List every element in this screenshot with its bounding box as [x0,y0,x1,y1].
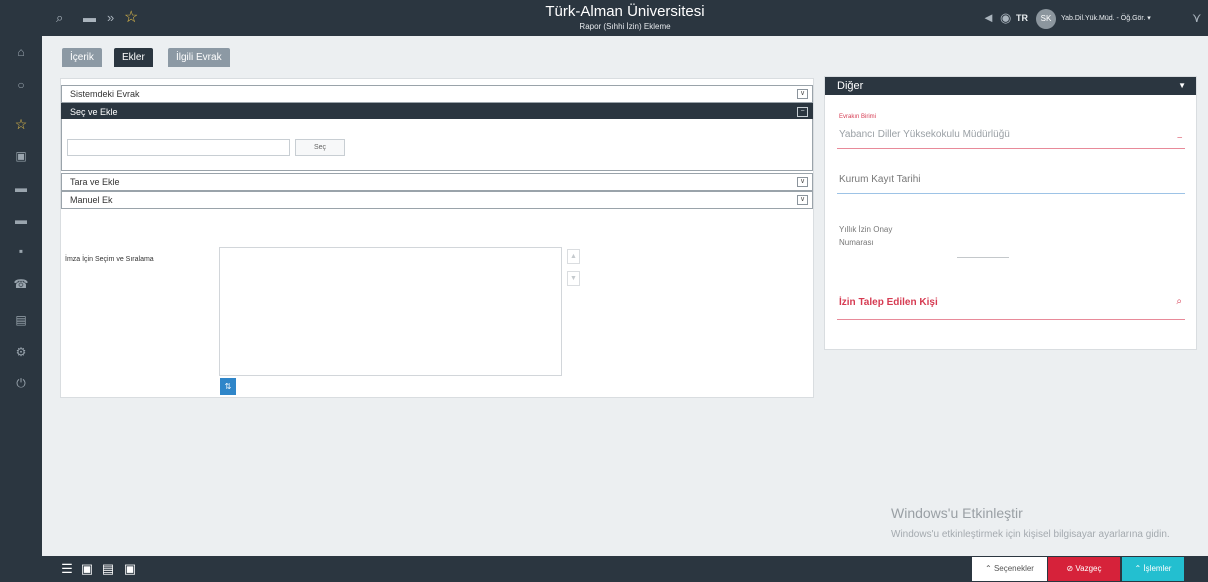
top-bar: ⌕ ▬ » ☆ Türk-Alman Üniversitesi Rapor (S… [42,0,1208,36]
briefcase-icon[interactable]: ▬ [11,210,31,230]
filter-icon[interactable]: ⋎ [1192,9,1202,27]
sort-button[interactable]: ⇅ [220,378,236,395]
other-panel-header[interactable]: Diğer ▼ [825,77,1196,95]
select-button[interactable]: Seç [295,139,345,156]
divider [837,193,1185,194]
accordion-label: Sistemdeki Evrak [70,89,140,99]
divider [837,148,1185,149]
options-button[interactable]: ⌃ Seçenekler [972,557,1047,581]
accordion-label: Tara ve Ekle [70,177,120,187]
list-icon[interactable]: ☰ [60,562,74,576]
watermark-subtitle: Windows'u etkinleştirmek için kişisel bi… [891,529,1170,540]
home-icon[interactable]: ⌂ [11,42,31,62]
language-selector[interactable]: TR [1016,13,1028,23]
accordion-system-documents[interactable]: Sistemdeki Evrak ∨ [61,85,813,103]
chevron-down-icon[interactable]: ∨ [797,89,808,99]
settings-icon[interactable]: ⚙ [11,342,31,362]
page-title: Türk-Alman Üniversitesi [545,3,705,20]
panel-title: Diğer [837,80,864,92]
phone-icon[interactable]: ☎ [11,274,31,294]
move-down-icon[interactable]: ▼ [567,271,580,286]
left-sidebar: ⌂ ○ ☆ ▣ ▬ ▬ ▪ ☎ ▤ ⚙ ⏻ [0,0,42,582]
new-document-icon[interactable]: ▤ [101,562,115,576]
preview-icon[interactable]: ▣ [123,562,137,576]
report-icon[interactable]: ▤ [11,310,31,330]
document-icon[interactable]: ▣ [11,146,31,166]
accordion-label: Manuel Ek [70,195,113,205]
tab-attachments[interactable]: Ekler [114,48,153,67]
collapse-icon[interactable]: − [797,107,808,117]
avatar[interactable]: SK [1036,9,1056,29]
attachments-panel: Sistemdeki Evrak ∨ Seç ve Ekle − Seç Tar… [60,78,814,398]
approval-number-label-line1: Yıllık İzin Onay [839,225,893,234]
search-icon[interactable]: ⌕ [1176,296,1182,307]
folder-icon[interactable]: ▬ [11,178,31,198]
unit-field-label: Evrakın Birimi [839,114,877,120]
dropdown-icon[interactable]: _ [1178,129,1182,138]
move-up-icon[interactable]: ▲ [567,249,580,264]
signature-order-list[interactable] [219,247,562,376]
watermark-title: Windows'u Etkinleştir [891,505,1023,521]
globe-icon[interactable]: ◉ [1000,9,1011,27]
search-icon[interactable]: ○ [11,75,31,95]
actions-button[interactable]: ⌃ İşlemler [1122,557,1184,581]
registration-date-field[interactable]: Kurum Kayıt Tarihi [839,174,921,185]
accordion-scan-and-add[interactable]: Tara ve Ekle ∨ [61,173,813,191]
bottom-bar: ☰ ▣ ▤ ▣ ⌃ Seçenekler ⊘ Vazgeç ⌃ İşlemler [0,556,1208,582]
approval-number-input[interactable] [957,257,1009,258]
tab-related-documents[interactable]: İlgili Evrak [168,48,230,67]
unit-field[interactable]: Yabancı Diller Yüksekokulu Müdürlüğü [839,129,1010,140]
save-icon[interactable]: ▣ [80,562,94,576]
file-select-input[interactable] [67,139,290,156]
chevron-down-icon[interactable]: ∨ [797,195,808,205]
chevron-down-icon[interactable]: ▼ [1178,77,1186,95]
page-subtitle: Rapor (Sıhhi İzin) Ekleme [579,22,671,31]
chevron-down-icon[interactable]: ∨ [797,177,808,187]
power-icon[interactable]: ⏻ [11,373,31,393]
user-menu[interactable]: Yab.Dil.Yük.Müd. - Öğ.Gör. ▾ [1061,14,1151,22]
requested-person-field[interactable]: İzin Talep Edilen Kişi [839,297,938,308]
tab-content[interactable]: İçerik [62,48,102,67]
megaphone-icon[interactable]: ◄ [982,9,995,27]
cancel-button[interactable]: ⊘ Vazgeç [1048,557,1120,581]
select-and-add-body: Seç [61,119,813,171]
accordion-label: Seç ve Ekle [70,107,118,117]
printer-icon[interactable]: ▪ [11,241,31,261]
approval-number-label-line2: Numarası [839,238,874,247]
other-panel: Diğer ▼ Evrakın Birimi Yabancı Diller Yü… [824,76,1197,350]
accordion-manual-attachment[interactable]: Manuel Ek ∨ [61,191,813,209]
divider [837,319,1185,320]
star-icon[interactable]: ☆ [11,114,31,134]
signature-order-label: İmza İçin Seçim ve Sıralama [65,256,154,263]
